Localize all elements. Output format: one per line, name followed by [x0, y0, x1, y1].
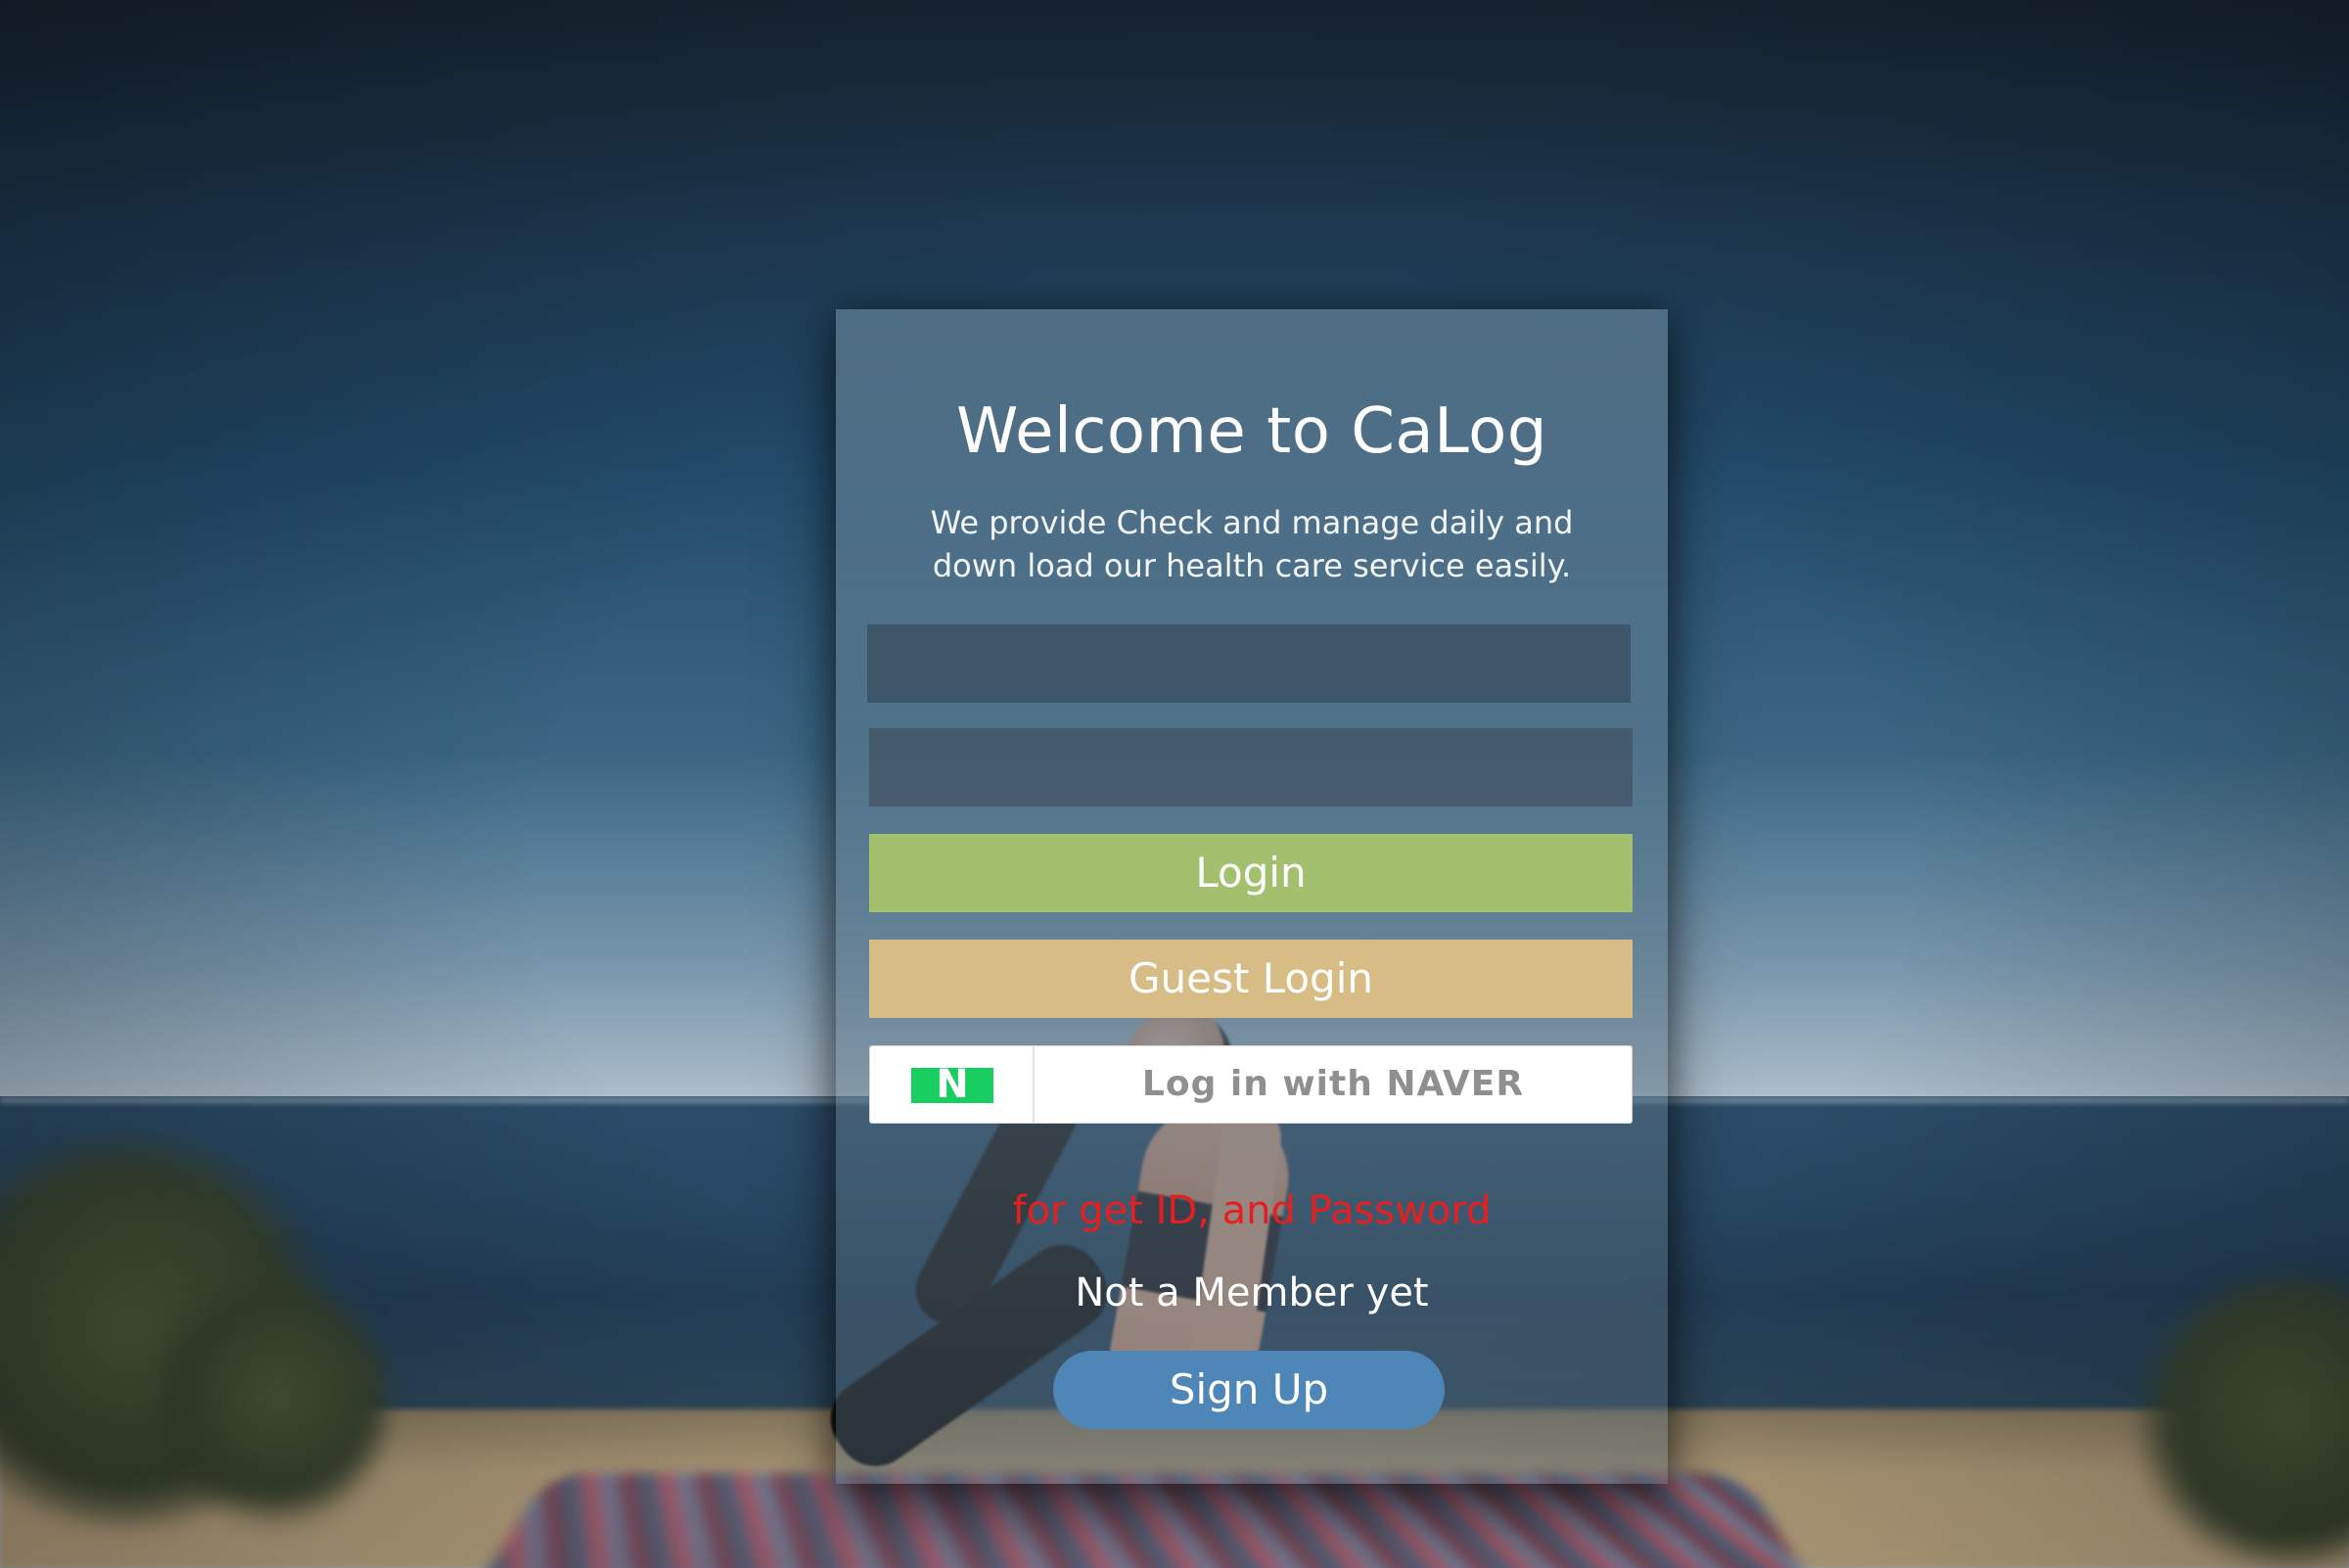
guest-login-button[interactable]: Guest Login — [869, 940, 1633, 1018]
id-field[interactable] — [867, 624, 1631, 703]
yoga-mat — [463, 1473, 1827, 1568]
login-card: Welcome to CaLog We provide Check and ma… — [836, 309, 1668, 1484]
naver-logo-letter: N — [936, 1062, 969, 1107]
login-button[interactable]: Login — [869, 834, 1633, 912]
signup-button[interactable]: Sign Up — [1053, 1351, 1445, 1429]
naver-login-button[interactable]: N Log in with NAVER — [869, 1045, 1633, 1124]
tagline-line-1: We provide Check and manage daily and — [930, 504, 1574, 541]
password-field[interactable] — [869, 728, 1633, 807]
naver-logo-box: N — [870, 1046, 1035, 1123]
forgot-id-password-link[interactable]: for get ID, and Password — [836, 1188, 1668, 1233]
bush-left-small — [157, 1272, 392, 1527]
tagline-line-2: down load our health care service easily… — [932, 547, 1572, 584]
naver-login-label: Log in with NAVER — [1141, 1064, 1525, 1104]
page-title: Welcome to CaLog — [956, 395, 1547, 468]
not-member-text: Not a Member yet — [1075, 1270, 1429, 1315]
tagline: We provide Check and manage daily and do… — [836, 501, 1668, 587]
